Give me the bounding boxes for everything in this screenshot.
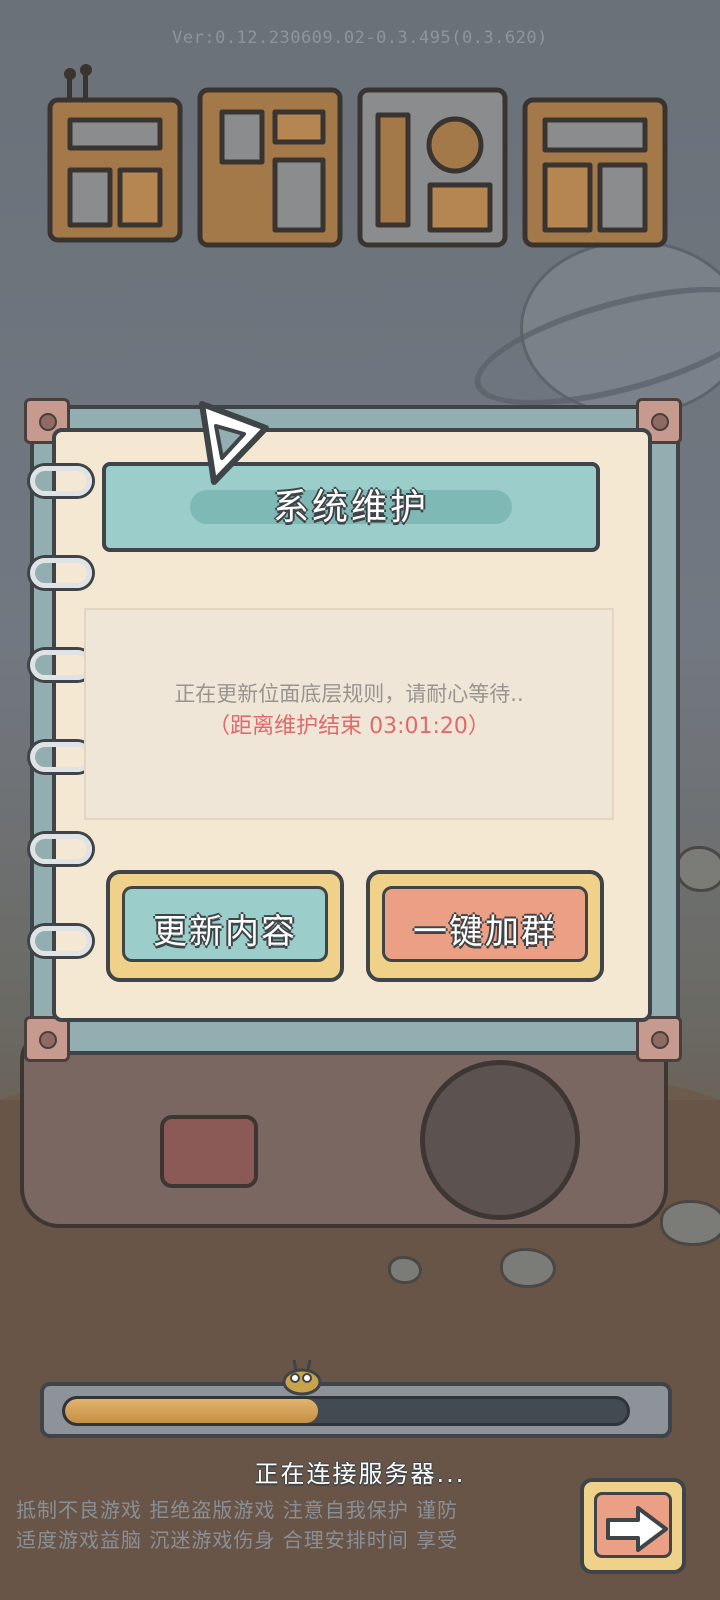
- next-button[interactable]: [580, 1478, 686, 1574]
- triangle-badge-icon: [199, 401, 269, 485]
- rock: [676, 846, 720, 892]
- caterpillar-icon: [282, 1359, 322, 1396]
- binder-ring: [30, 742, 92, 772]
- binder-ring: [30, 558, 92, 588]
- progress-fill: [65, 1399, 318, 1423]
- maintenance-message: 正在更新位面底层规则，请耐心等待..: [174, 682, 524, 706]
- maintenance-countdown: （距离维护结束 03:01:20）: [208, 714, 490, 739]
- update-content-button[interactable]: 更新内容: [106, 870, 344, 982]
- dialog-title: 系统维护: [272, 487, 429, 528]
- frame-corner: [24, 1016, 70, 1062]
- rock: [500, 1248, 556, 1288]
- binder-ring: [30, 834, 92, 864]
- vehicle-wheel: [420, 1060, 580, 1220]
- rock: [660, 1200, 720, 1246]
- progress-bar: [62, 1396, 630, 1426]
- health-advisory-line-2: 适度游戏益脑 沉迷游戏伤身 合理安排时间 享受: [16, 1528, 459, 1552]
- version-label: Ver:0.12.230609.02-0.3.495(0.3.620): [172, 28, 548, 48]
- arrow-right-icon: [606, 1506, 668, 1552]
- join-group-label: 一键加群: [413, 912, 557, 952]
- frame-corner: [636, 1016, 682, 1062]
- binder-ring: [30, 650, 92, 680]
- game-screen: Ver:0.12.230609.02-0.3.495(0.3.620) 系统维护…: [0, 0, 720, 1600]
- binder-ring: [30, 926, 92, 956]
- health-advisory-line-1: 抵制不良游戏 拒绝盗版游戏 注意自我保护 谨防: [16, 1498, 459, 1522]
- update-content-label: 更新内容: [153, 912, 297, 952]
- game-logo: [47, 64, 668, 248]
- join-group-button[interactable]: 一键加群: [366, 870, 604, 982]
- binder-ring: [30, 466, 92, 496]
- vehicle-grill: [160, 1115, 258, 1188]
- rock: [388, 1256, 422, 1284]
